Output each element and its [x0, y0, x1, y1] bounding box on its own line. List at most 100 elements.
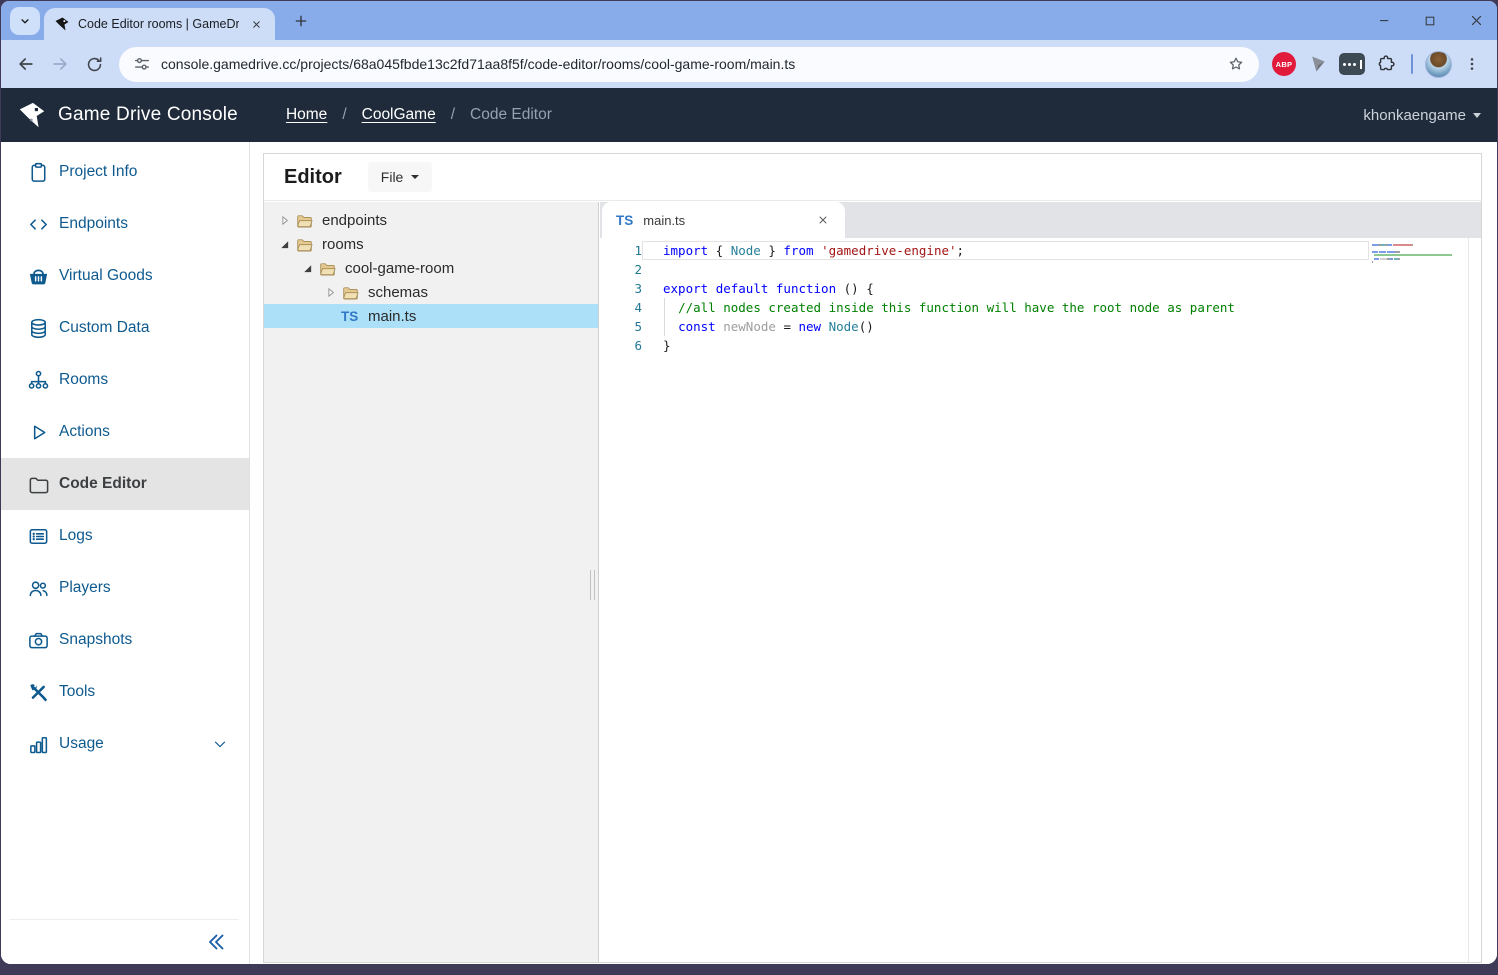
- code-line-6[interactable]: 6}: [600, 336, 1481, 355]
- window-controls: [1373, 1, 1487, 40]
- code-editor-area[interactable]: 1import { Node } from 'gamedrive-engine'…: [600, 238, 1481, 962]
- editor-panel: Editor File endpoints rooms cool-game-room…: [263, 153, 1482, 963]
- sidebar-item-snapshots[interactable]: Snapshots: [1, 614, 249, 666]
- editor-title: Editor: [284, 166, 342, 189]
- code-text: export default function () {: [642, 279, 1369, 298]
- code-line-4[interactable]: 4 //all nodes created inside this functi…: [600, 298, 1481, 317]
- reload-icon: [85, 55, 104, 74]
- app-header: Game Drive Console Home/CoolGame/Code Ed…: [1, 88, 1497, 142]
- code-line-3[interactable]: 3export default function () {: [600, 279, 1481, 298]
- database-icon: [25, 315, 51, 341]
- browser-menu-button[interactable]: [1455, 47, 1489, 81]
- code-lines: 1import { Node } from 'gamedrive-engine'…: [600, 241, 1481, 355]
- profile-avatar[interactable]: [1424, 50, 1452, 78]
- minimap[interactable]: [1372, 244, 1454, 264]
- tree-scrollbar-thumb[interactable]: [590, 570, 595, 600]
- sidebar-item-actions[interactable]: Actions: [1, 406, 249, 458]
- back-button[interactable]: [9, 47, 43, 81]
- tab-close-icon[interactable]: [247, 15, 265, 33]
- minimize-button[interactable]: [1373, 10, 1395, 32]
- sidebar-item-label: Endpoints: [59, 215, 128, 233]
- adblock-extension-icon[interactable]: ABP: [1270, 50, 1298, 78]
- sidebar-item-players[interactable]: Players: [1, 562, 249, 614]
- tree-expand-toggle[interactable]: [274, 212, 295, 228]
- sitemap-icon: [25, 367, 51, 393]
- code-text: }: [642, 336, 1369, 355]
- tree-item-label: rooms: [322, 236, 364, 253]
- breadcrumb-coolgame[interactable]: CoolGame: [362, 106, 436, 124]
- folder-icon: [25, 471, 51, 497]
- tree-item-cool-game-room[interactable]: cool-game-room: [264, 256, 598, 280]
- omnibox[interactable]: console.gamedrive.cc/projects/68a045fbde…: [119, 47, 1259, 82]
- back-arrow-icon: [16, 54, 36, 74]
- tree-item-rooms[interactable]: rooms: [264, 232, 598, 256]
- browser-window: Code Editor rooms | GameDrive: [1, 1, 1497, 964]
- sidebar-item-endpoints[interactable]: Endpoints: [1, 198, 249, 250]
- reload-button[interactable]: [77, 47, 111, 81]
- kebab-menu-icon: [1464, 56, 1480, 72]
- editor-tab-close-icon[interactable]: [815, 212, 831, 228]
- ellipsis-extension-icon[interactable]: [1338, 50, 1366, 78]
- code-text: //all nodes created inside this function…: [642, 298, 1369, 317]
- editor-tab-maints[interactable]: TS main.ts: [602, 202, 845, 238]
- code-line-5[interactable]: 5 const newNode = new Node(): [600, 317, 1481, 336]
- gamedrive-logo-icon: [17, 100, 47, 130]
- sidebar: Project Info Endpoints Virtual GoodsCustom…: [1, 142, 250, 964]
- sidebar-collapse-button[interactable]: [201, 926, 233, 958]
- folder-icon: [295, 211, 320, 229]
- user-menu[interactable]: khonkaengame: [1363, 107, 1481, 124]
- sidebar-item-usage[interactable]: Usage: [1, 718, 249, 770]
- sidebar-item-label: Actions: [59, 423, 110, 441]
- sidebar-item-label: Usage: [59, 735, 104, 753]
- caret-down-icon: [411, 175, 419, 179]
- bookmark-star-icon[interactable]: [1227, 55, 1245, 73]
- favicon-gamedrive-icon: [54, 16, 70, 32]
- toolbar-separator: [1411, 54, 1413, 74]
- tree-item-schemas[interactable]: schemas: [264, 280, 598, 304]
- tree-collapse-toggle[interactable]: [297, 260, 318, 276]
- breadcrumb-separator: /: [342, 106, 346, 124]
- app-title: Game Drive Console: [58, 104, 238, 126]
- code-line-2[interactable]: 2: [600, 260, 1481, 279]
- breadcrumb: Home/CoolGame/Code Editor: [286, 106, 552, 124]
- breadcrumb-home[interactable]: Home: [286, 106, 327, 124]
- file-tree: endpoints rooms cool-game-room schemasTSmai…: [264, 208, 598, 328]
- sidebar-item-logs[interactable]: Logs: [1, 510, 249, 562]
- sidebar-item-tools[interactable]: Tools: [1, 666, 249, 718]
- page-content: Game Drive Console Home/CoolGame/Code Ed…: [1, 88, 1497, 964]
- sidebar-item-label: Logs: [59, 527, 93, 545]
- close-window-button[interactable]: [1465, 10, 1487, 32]
- editor-scrollbar[interactable]: [1468, 238, 1481, 962]
- tree-collapse-toggle[interactable]: [274, 236, 295, 252]
- folder-icon: [341, 283, 366, 301]
- tab-search-button[interactable]: [10, 7, 40, 35]
- maximize-button[interactable]: [1419, 10, 1441, 32]
- editor-header: Editor File: [264, 154, 1481, 201]
- sidebar-item-virtual-goods[interactable]: Virtual Goods: [1, 250, 249, 302]
- clipboard-icon: [25, 159, 51, 185]
- tree-item-main-ts[interactable]: TSmain.ts: [264, 304, 598, 328]
- sidebar-item-rooms[interactable]: Rooms: [1, 354, 249, 406]
- typescript-file-icon: TS: [616, 213, 633, 228]
- chevron-down-icon: [211, 735, 229, 753]
- forward-arrow-icon: [50, 54, 70, 74]
- site-info-icon[interactable]: [133, 55, 151, 73]
- sidebar-item-code-editor[interactable]: Code Editor: [1, 458, 249, 510]
- sidebar-item-custom-data[interactable]: Custom Data: [1, 302, 249, 354]
- new-tab-button[interactable]: [289, 9, 313, 33]
- abp-badge: ABP: [1272, 52, 1296, 76]
- players-icon: [25, 575, 51, 601]
- sidebar-item-label: Code Editor: [59, 475, 147, 493]
- sidebar-item-project-info[interactable]: Project Info: [1, 146, 249, 198]
- extensions-puzzle-icon[interactable]: [1372, 50, 1400, 78]
- plane-extension-icon[interactable]: [1304, 50, 1332, 78]
- chevrons-left-icon: [205, 930, 229, 954]
- forward-button[interactable]: [43, 47, 77, 81]
- code-line-1[interactable]: 1import { Node } from 'gamedrive-engine'…: [600, 241, 1481, 260]
- tree-item-endpoints[interactable]: endpoints: [264, 208, 598, 232]
- tree-expand-toggle[interactable]: [320, 284, 341, 300]
- url-text[interactable]: console.gamedrive.cc/projects/68a045fbde…: [161, 56, 1217, 72]
- tree-item-label: cool-game-room: [345, 260, 454, 277]
- file-menu-button[interactable]: File: [368, 162, 433, 192]
- browser-tab[interactable]: Code Editor rooms | GameDrive: [44, 8, 275, 40]
